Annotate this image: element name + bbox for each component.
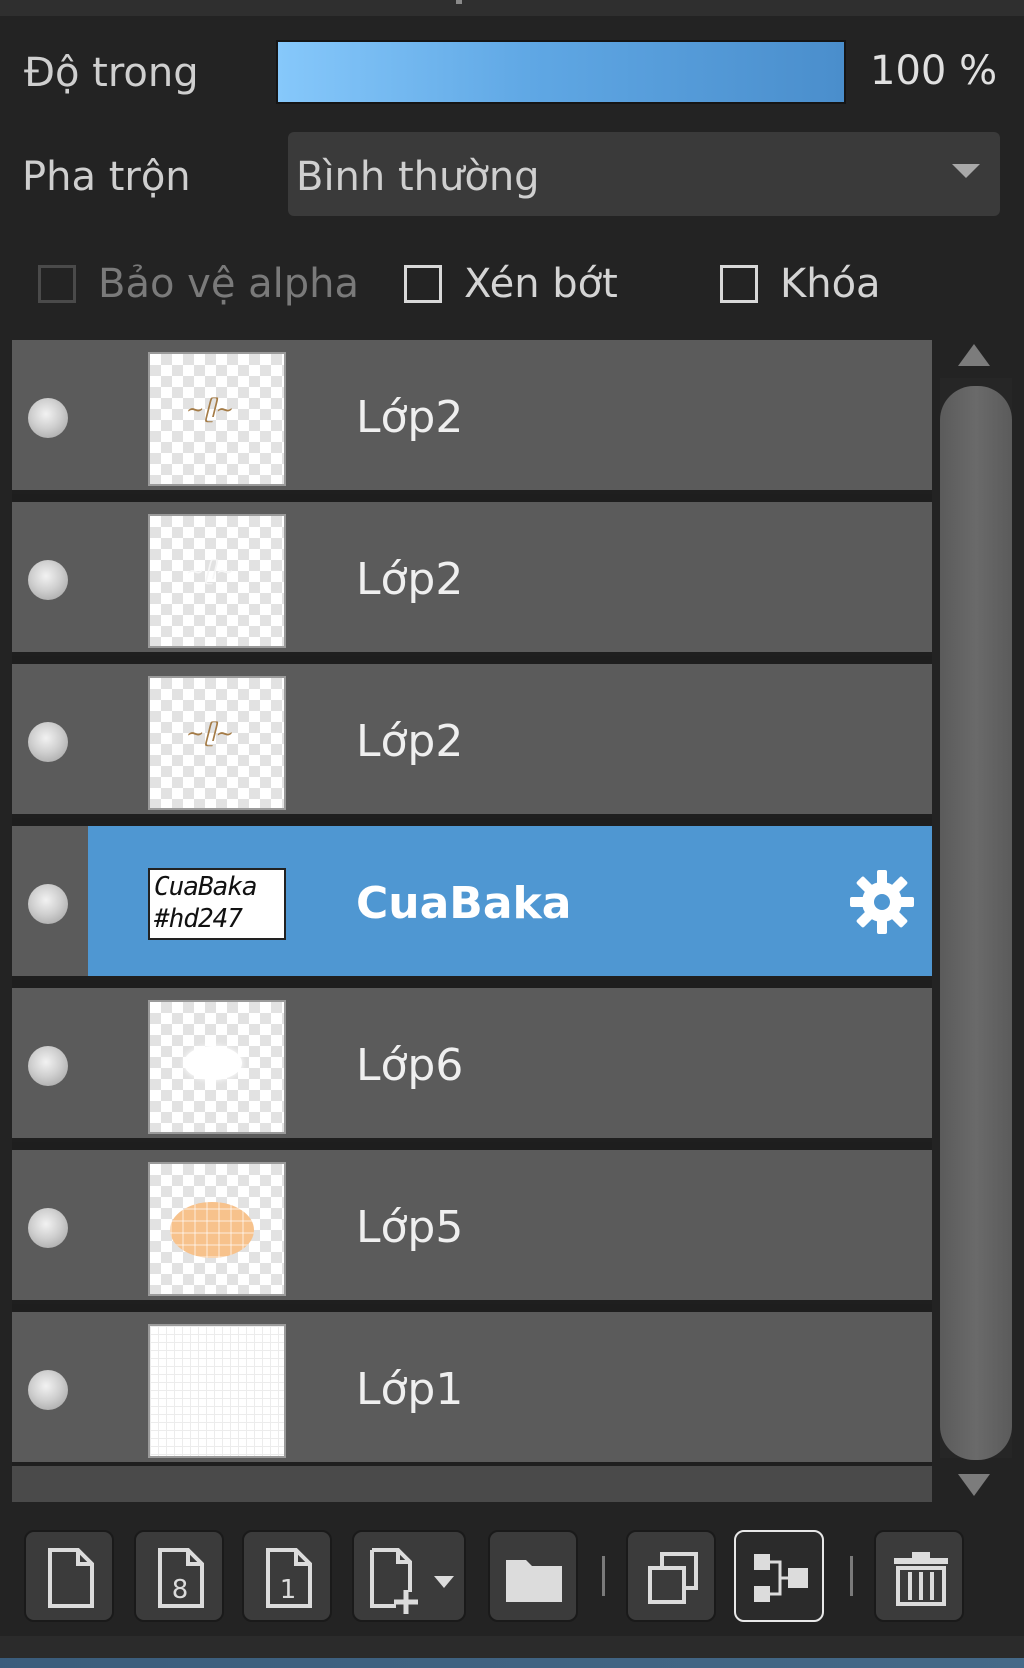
blend-label: Pha trộn bbox=[22, 154, 191, 200]
opacity-slider[interactable] bbox=[276, 40, 846, 104]
layer-row[interactable]: ~ᥫ~ Lớp2 bbox=[12, 340, 932, 494]
opacity-label: Độ trong bbox=[24, 50, 199, 96]
layer-name: Lớp2 bbox=[356, 392, 464, 443]
layer-thumbnail bbox=[148, 1000, 286, 1134]
layer-toolbar: 8 1 bbox=[0, 1506, 1024, 1630]
visibility-dot-icon[interactable] bbox=[28, 1046, 68, 1086]
page-1-glyph: 1 bbox=[280, 1575, 297, 1605]
chevron-down-icon bbox=[952, 164, 980, 178]
opacity-value: 100 % bbox=[870, 48, 998, 94]
merge-icon bbox=[754, 1554, 808, 1602]
page-8-glyph: 8 bbox=[172, 1575, 189, 1605]
layer-thumbnail: ~ᥫ~ bbox=[148, 514, 286, 648]
thumbnail-text-line-2: #hd247 bbox=[154, 904, 243, 934]
add-layer-menu-button[interactable] bbox=[352, 1530, 466, 1622]
arrow-down-icon[interactable] bbox=[958, 1474, 990, 1496]
lock-label: Khóa bbox=[780, 261, 881, 307]
panel-title-strip bbox=[0, 0, 1024, 16]
layer-row[interactable]: Lớp1 bbox=[12, 1312, 932, 1466]
layer-list: ~ᥫ~ Lớp2 ~ᥫ~ Lớp2 ~ᥫ~ Lớp2 CuaBaka #hd24… bbox=[12, 340, 932, 1466]
new-page-icon bbox=[48, 1548, 94, 1608]
layer-thumbnail bbox=[148, 1324, 286, 1458]
layer-row[interactable]: Lớp6 bbox=[12, 988, 932, 1142]
bottom-edge bbox=[0, 1658, 1024, 1668]
clip-checkbox[interactable]: Xén bớt bbox=[404, 261, 618, 307]
toolbar-separator bbox=[850, 1556, 853, 1596]
thumbnail-scribble: ~ᥫ~ bbox=[186, 398, 234, 423]
duplicate-layer-button[interactable] bbox=[626, 1530, 716, 1622]
thumbnail-ellipse bbox=[170, 1202, 254, 1258]
visibility-dot-icon[interactable] bbox=[28, 560, 68, 600]
protect-alpha-checkbox[interactable]: Bảo vệ alpha bbox=[38, 261, 360, 307]
new-1bit-layer-button[interactable]: 1 bbox=[242, 1530, 332, 1622]
visibility-dot-icon[interactable] bbox=[28, 1370, 68, 1410]
panel-bottom-strip bbox=[0, 1636, 1024, 1668]
thumbnail-scribble: ~ᥫ~ bbox=[186, 560, 234, 585]
protect-alpha-label: Bảo vệ alpha bbox=[98, 261, 360, 307]
blend-mode-value: Bình thường bbox=[296, 154, 540, 200]
scrollbar-thumb[interactable] bbox=[940, 386, 1012, 1460]
layer-panel: Độ trong 100 % Pha trộn Bình thường Bảo … bbox=[0, 0, 1024, 1668]
thumbnail-text-line-1: CuaBaka bbox=[154, 872, 258, 902]
list-footer bbox=[12, 1466, 932, 1502]
trash-icon bbox=[894, 1552, 948, 1606]
visibility-dot-icon[interactable] bbox=[28, 722, 68, 762]
layer-row[interactable]: ~ᥫ~ Lớp2 bbox=[12, 502, 932, 656]
visibility-dot-icon[interactable] bbox=[28, 1208, 68, 1248]
merge-down-button[interactable] bbox=[734, 1530, 824, 1622]
layer-thumbnail bbox=[148, 1162, 286, 1296]
thumbnail-blob bbox=[184, 1046, 242, 1080]
page-8-icon: 8 bbox=[158, 1548, 204, 1608]
layer-name: Lớp6 bbox=[356, 1040, 464, 1091]
layer-row[interactable]: Lớp5 bbox=[12, 1150, 932, 1304]
layer-name: Lớp1 bbox=[356, 1364, 464, 1415]
checkbox-box[interactable] bbox=[38, 265, 76, 303]
layer-thumbnail: ~ᥫ~ bbox=[148, 676, 286, 810]
checkbox-box[interactable] bbox=[720, 265, 758, 303]
layer-thumbnail: CuaBaka #hd247 bbox=[148, 868, 286, 940]
layer-name: CuaBaka bbox=[356, 878, 572, 929]
layer-row[interactable]: ~ᥫ~ Lớp2 bbox=[12, 664, 932, 818]
arrow-up-icon[interactable] bbox=[958, 344, 990, 366]
folder-icon bbox=[506, 1560, 562, 1602]
visibility-dot-icon[interactable] bbox=[28, 398, 68, 438]
new-folder-button[interactable] bbox=[488, 1530, 578, 1622]
gear-icon[interactable] bbox=[846, 866, 918, 938]
layer-row-selected[interactable]: CuaBaka #hd247 CuaBaka bbox=[12, 826, 932, 980]
new-8bit-layer-button[interactable]: 8 bbox=[134, 1530, 224, 1622]
clip-label: Xén bớt bbox=[464, 261, 618, 307]
checkbox-box[interactable] bbox=[404, 265, 442, 303]
page-plus-dropdown-icon bbox=[370, 1548, 454, 1614]
layer-name: Lớp2 bbox=[356, 554, 464, 605]
layer-name: Lớp2 bbox=[356, 716, 464, 767]
page-1-icon: 1 bbox=[266, 1548, 312, 1608]
delete-layer-button[interactable] bbox=[874, 1530, 964, 1622]
thumbnail-scribble: ~ᥫ~ bbox=[186, 722, 234, 747]
blend-mode-select[interactable]: Bình thường bbox=[288, 132, 1000, 216]
visibility-dot-icon[interactable] bbox=[28, 884, 68, 924]
lock-checkbox[interactable]: Khóa bbox=[720, 261, 881, 307]
new-layer-button[interactable] bbox=[24, 1530, 114, 1622]
layer-name: Lớp5 bbox=[356, 1202, 464, 1253]
toolbar-separator bbox=[602, 1556, 605, 1596]
duplicate-icon bbox=[648, 1552, 698, 1604]
title-marker bbox=[456, 0, 462, 4]
layer-thumbnail: ~ᥫ~ bbox=[148, 352, 286, 486]
